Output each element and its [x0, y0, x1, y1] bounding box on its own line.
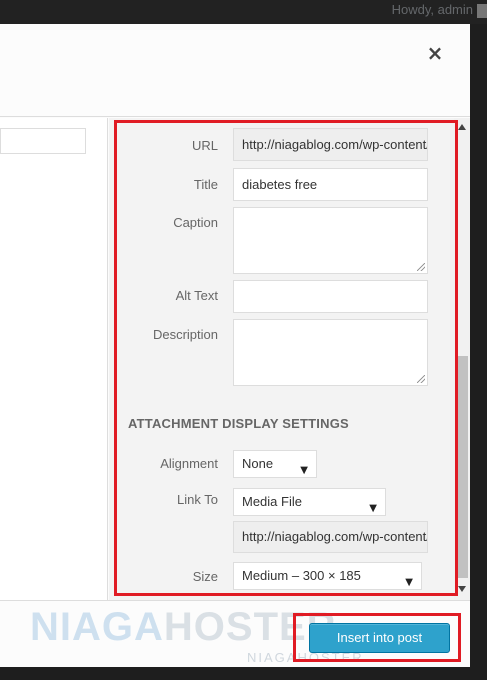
- dropdown-arrow-icon: ▼: [369, 503, 377, 514]
- alignment-value: None: [242, 456, 274, 471]
- link-to-label: Link To: [177, 492, 218, 507]
- insert-into-post-button[interactable]: Insert into post: [309, 623, 450, 653]
- media-library-pane: [0, 118, 108, 600]
- alt-text-field[interactable]: [233, 280, 428, 313]
- alt-text-label: Alt Text: [175, 288, 218, 303]
- size-value: Medium – 300 × 185: [242, 568, 361, 583]
- alignment-select[interactable]: None ▼: [233, 450, 317, 478]
- title-field[interactable]: diabetes free: [233, 168, 428, 201]
- scroll-up-icon[interactable]: [458, 124, 466, 130]
- display-settings-heading: ATTACHMENT DISPLAY SETTINGS: [128, 416, 349, 431]
- caption-field[interactable]: [233, 207, 428, 274]
- sidebar-scrollbar[interactable]: [454, 118, 470, 600]
- url-field[interactable]: http://niagablog.com/wp-content/uploads/…: [233, 128, 428, 161]
- size-select[interactable]: Medium – 300 × 185 ▼: [233, 562, 422, 590]
- dropdown-arrow-icon: ▼: [405, 577, 413, 588]
- howdy-greeting[interactable]: Howdy, admin: [392, 2, 473, 17]
- resize-grip-icon[interactable]: [417, 263, 425, 271]
- description-label: Description: [152, 327, 218, 342]
- watermark-part-a: NIAGA: [30, 605, 164, 649]
- resize-grip-icon[interactable]: [417, 375, 425, 383]
- title-label: Title: [193, 177, 218, 192]
- link-to-select[interactable]: Media File ▼: [233, 488, 386, 516]
- close-icon[interactable]: ×: [424, 42, 446, 64]
- watermark-logo: NIAGAHOSTER: [30, 605, 337, 650]
- description-field[interactable]: [233, 319, 428, 386]
- avatar[interactable]: [477, 4, 487, 18]
- search-input[interactable]: [0, 128, 86, 154]
- url-label: URL: [191, 138, 218, 153]
- link-to-value: Media File: [242, 494, 302, 509]
- scroll-down-icon[interactable]: [458, 586, 466, 592]
- alignment-label: Alignment: [160, 456, 218, 471]
- scroll-thumb[interactable]: [456, 356, 468, 578]
- caption-label: Caption: [173, 215, 218, 230]
- dropdown-arrow-icon: ▼: [300, 465, 308, 476]
- link-url-field[interactable]: http://niagablog.com/wp-content/uploads/…: [233, 521, 428, 553]
- size-label: Size: [192, 569, 218, 584]
- modal-header: ×: [0, 24, 470, 117]
- admin-bar: Howdy, admin: [0, 0, 487, 24]
